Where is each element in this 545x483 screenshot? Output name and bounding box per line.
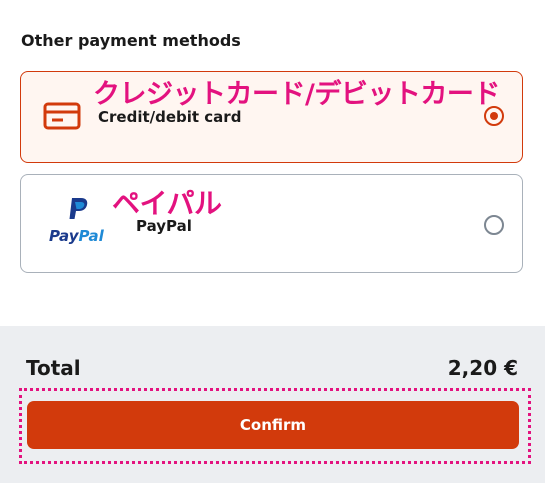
- annotation-paypal: ペイパル: [112, 187, 222, 220]
- confirm-button[interactable]: Confirm: [27, 401, 519, 449]
- radio-unselected[interactable]: [484, 215, 504, 235]
- section-title: Other payment methods: [21, 31, 241, 50]
- total-label: Total: [26, 356, 81, 380]
- credit-card-icon: [43, 102, 81, 134]
- total-value: 2,20 €: [447, 356, 518, 380]
- paypal-logo: PayPal: [49, 197, 113, 249]
- annotation-credit-card: クレジットカード/デビットカード: [93, 79, 500, 110]
- paypal-logo-text-pay: Pay: [49, 227, 79, 245]
- paypal-logo-text-pal: Pal: [78, 227, 104, 245]
- payment-option-paypal[interactable]: PayPal PayPal: [20, 174, 523, 273]
